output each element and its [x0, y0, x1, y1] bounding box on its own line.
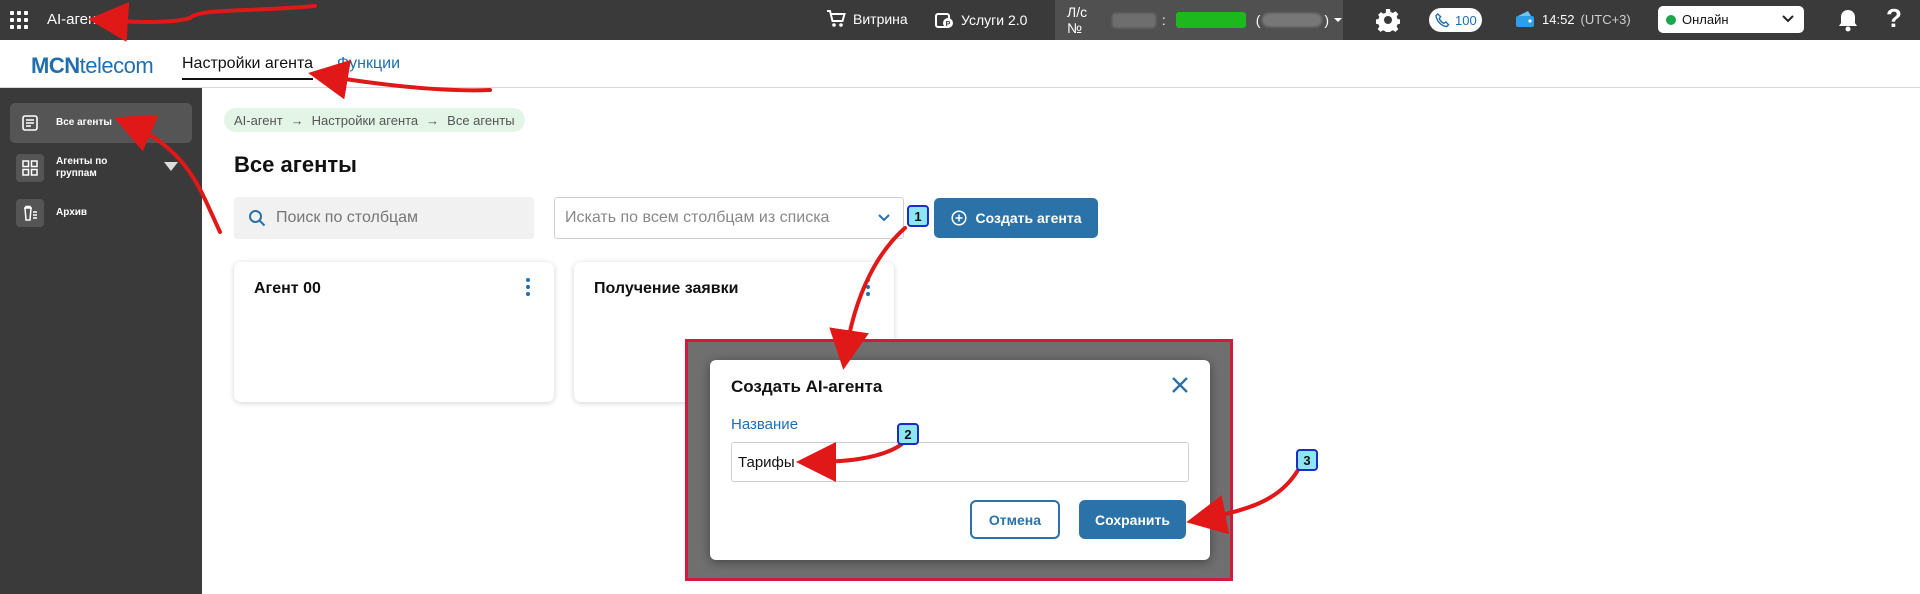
account-number-hidden	[1111, 12, 1156, 28]
online-status-icon	[1666, 14, 1676, 25]
breadcrumb: AI-агент → Настройки агента → Все агенты	[224, 108, 525, 132]
create-agent-button[interactable]: Создать агента	[934, 198, 1098, 238]
agent-card-title: Агент 00	[254, 280, 321, 297]
account-close-paren: )	[1324, 12, 1330, 28]
shop-label: Витрина	[853, 11, 908, 27]
sidebar-item-label: Все агенты	[56, 117, 112, 128]
time-value: 14:52	[1542, 11, 1575, 27]
calls-counter[interactable]: 100	[1429, 8, 1482, 32]
account-selector[interactable]: Л/с № : ( )	[1055, 0, 1343, 40]
chevron-down-icon	[1782, 15, 1794, 23]
breadcrumb-arrow-icon: →	[426, 112, 440, 128]
save-button[interactable]: Сохранить	[1079, 500, 1186, 539]
calls-count: 100	[1455, 12, 1477, 28]
app-name[interactable]: AI-агент	[47, 11, 103, 28]
caret-down-icon[interactable]	[164, 162, 178, 171]
search-icon	[249, 210, 266, 227]
more-vertical-icon[interactable]	[866, 278, 870, 296]
breadcrumb-item: Все агенты	[447, 112, 515, 128]
column-select-placeholder: Искать по всем столбцам из списка	[565, 209, 830, 226]
breadcrumb-arrow-icon: →	[290, 112, 304, 128]
chevron-down-icon	[1334, 18, 1343, 22]
wallet-icon	[1516, 11, 1534, 27]
logo-bold: MCN	[31, 53, 80, 78]
phone-icon	[1435, 12, 1450, 27]
sidebar-item-agent-groups[interactable]: Агенты по группам	[10, 148, 192, 188]
cancel-button[interactable]: Отмена	[970, 500, 1060, 539]
search-field[interactable]	[234, 197, 534, 239]
step-marker: 2	[897, 423, 919, 445]
agent-card[interactable]: Агент 00	[234, 262, 554, 402]
account-balance-hidden	[1175, 12, 1246, 28]
help-icon[interactable]: ?	[1886, 3, 1902, 34]
sidebar-item-all-agents[interactable]: Все агенты	[10, 103, 192, 143]
services-label: Услуги 2.0	[961, 12, 1028, 28]
agent-card-title: Получение заявки	[594, 280, 739, 297]
svg-text:P: P	[946, 21, 951, 28]
clock: 14:52 (UTC+3)	[1514, 10, 1631, 28]
status-value: Онлайн	[1682, 12, 1729, 27]
tab-agent-settings[interactable]: Настройки агента	[182, 55, 314, 80]
grid-icon	[16, 154, 44, 182]
tab-functions[interactable]: Функции	[337, 55, 400, 73]
sub-header: MCNtelecom Настройки агента Функции	[0, 40, 1920, 88]
account-open-paren: (	[1255, 12, 1261, 28]
top-bar: AI-агент Витрина P Услуги 2.0 Л/с № : ( …	[0, 0, 1920, 40]
services-icon: P	[935, 13, 953, 28]
breadcrumb-item[interactable]: AI-агент	[234, 113, 283, 128]
chevron-down-icon	[878, 214, 890, 222]
column-select[interactable]: Искать по всем столбцам из списка	[554, 197, 904, 239]
status-select[interactable]: Онлайн	[1658, 6, 1804, 33]
breadcrumb-item[interactable]: Настройки агента	[312, 113, 419, 128]
archive-trash-icon	[16, 199, 44, 227]
services-link[interactable]: P Услуги 2.0	[934, 10, 1027, 30]
bell-icon[interactable]	[1837, 8, 1859, 32]
logo-rest: telecom	[79, 53, 154, 78]
account-prefix: Л/с №	[1067, 4, 1088, 36]
sidebar-item-label: Архив	[56, 207, 88, 218]
logo: MCNtelecom	[31, 53, 154, 79]
page: AI-агент Витрина P Услуги 2.0 Л/с № : ( …	[0, 0, 1920, 594]
search-input[interactable]	[276, 209, 516, 227]
step-marker: 1	[907, 205, 929, 227]
name-field-label: Название	[731, 416, 799, 433]
create-agent-dialog: Создать AI-агента Название Отмена Сохран…	[710, 360, 1210, 560]
gear-icon[interactable]	[1376, 8, 1400, 32]
apps-grid-icon[interactable]	[10, 11, 28, 29]
account-name-hidden	[1262, 13, 1323, 27]
page-title: Все агенты	[234, 152, 357, 177]
sidebar-item-archive[interactable]: Архив	[10, 193, 192, 233]
create-agent-label: Создать агента	[975, 210, 1082, 226]
agent-name-input[interactable]	[731, 442, 1189, 482]
cart-icon	[827, 10, 846, 27]
document-list-icon	[16, 109, 44, 137]
sidebar: Все агенты Агенты по группам Архив	[0, 88, 202, 594]
timezone: (UTC+3)	[1580, 11, 1631, 27]
sidebar-item-label: Агенты по группам	[56, 156, 108, 179]
dialog-title: Создать AI-агента	[731, 377, 883, 396]
plus-circle-icon	[950, 210, 967, 226]
close-icon[interactable]	[1170, 375, 1190, 395]
account-separator: :	[1161, 12, 1166, 28]
step-marker: 3	[1296, 449, 1318, 471]
shop-link[interactable]: Витрина	[826, 10, 908, 28]
more-vertical-icon[interactable]	[526, 278, 530, 296]
